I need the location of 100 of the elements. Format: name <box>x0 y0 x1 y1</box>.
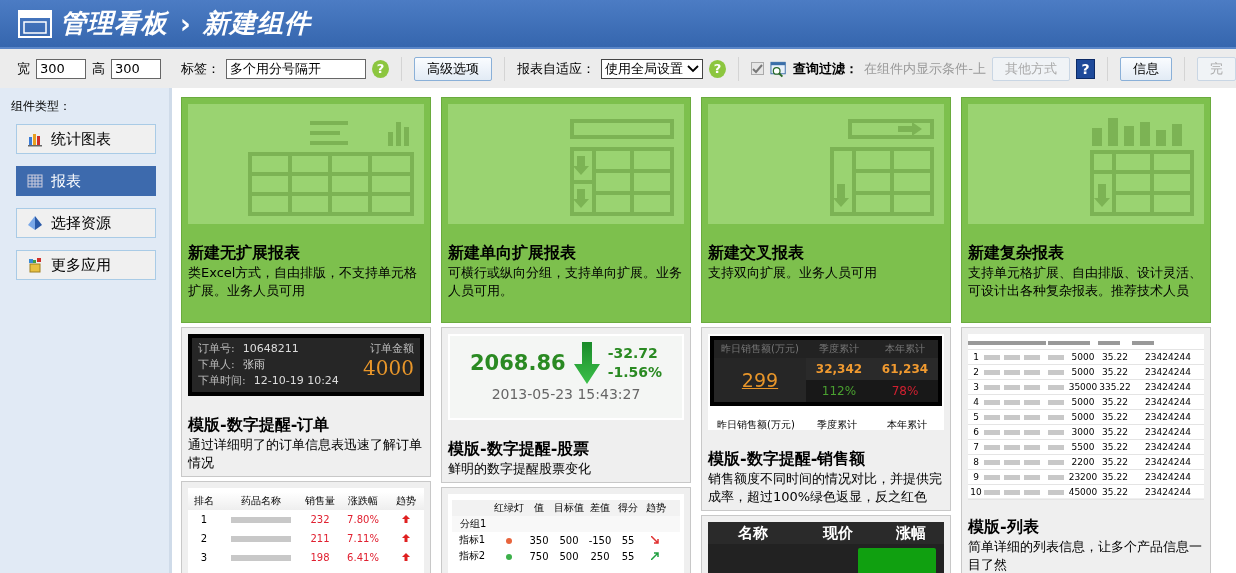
template-card[interactable]: 新建交叉报表 支持双向扩展。业务人员可用 <box>701 97 951 323</box>
change-cell-text: 7.80% <box>346 514 380 525</box>
pyramid-icon <box>27 215 43 231</box>
template-card[interactable]: 订单号: 10648211 下单人: 张雨 下单时间: 12-10-19 10:24 订单金额 4000 模版-数字提醒-订单 通过详细明了的订单信息表迅速了解订单情况 <box>181 327 431 477</box>
text-placeholder-bar <box>984 399 1000 405</box>
text-placeholder-bar <box>1048 369 1064 375</box>
table-cell-text: 500 <box>558 534 580 546</box>
group-label: 分组1 <box>452 516 680 532</box>
template-card[interactable]: 排名 药品名称 销售量 涨跌幅 趋势 1 232 7.80% 2 211 7.11% 3 198 6.41% <box>181 481 431 573</box>
order-field-value: 10648211 <box>242 341 299 357</box>
card-description: 通过详细明了的订单信息表迅速了解订单情况 <box>188 436 423 472</box>
template-card[interactable]: 红绿灯 值 目标值 差值 得分 趋势 分组1 指标1 350 500 -150 55 指标2 750 500 250 55 <box>441 487 691 573</box>
completion-rate: 78% <box>872 380 938 402</box>
card-description: 简单详细的列表信息，让多个产品信息一目了然 <box>968 538 1203 573</box>
text-placeholder-bar <box>1048 399 1064 405</box>
advanced-options-button[interactable]: 高级选项 <box>414 56 493 81</box>
template-card[interactable]: 2068.86 -32.72 -1.56% 2013-05-23 15:43:27 模版-数字提醒-股票 鲜明的数字提醒股票变化 <box>441 327 691 483</box>
text-placeholder-bar <box>1024 474 1040 480</box>
table-cell-text: 23424244 <box>1144 427 1192 437</box>
height-label: 高 <box>92 59 105 78</box>
template-card[interactable]: 新建复杂报表 支持单元格扩展、自由排版、设计灵活、可设计出各种复杂报表。推荐技术人员 <box>961 97 1211 323</box>
sidebar-item[interactable]: 选择资源 <box>16 208 156 238</box>
sales-cell-text: 211 <box>309 533 331 544</box>
filter-value: 在组件内显示条件-上 <box>864 59 986 78</box>
page-title: 管理看板 <box>60 7 168 40</box>
stock-change-percent: -1.56% <box>607 363 662 382</box>
sidebar-item[interactable]: 报表 <box>16 166 156 196</box>
column-label: 本年累计 <box>886 418 928 432</box>
table-cell-text: 8 <box>972 457 980 467</box>
table-cell-text: 35.22 <box>1101 352 1129 362</box>
table-cell-text: 4 <box>972 397 980 407</box>
table-cell-text: 35.22 <box>1101 397 1129 407</box>
template-card[interactable] <box>961 327 1211 573</box>
adapt-label: 报表自适应： <box>517 59 596 78</box>
text-placeholder-bar <box>1048 444 1064 450</box>
template-card[interactable]: 新建单向扩展报表 可横行或纵向分组，支持单向扩展。业务人员可用。 <box>441 97 691 323</box>
text-placeholder-bar <box>984 429 1000 435</box>
table-cell-text: 35.22 <box>1101 472 1129 482</box>
table-cell-text: 23424244 <box>1144 367 1192 377</box>
sidebar-item[interactable]: 统计图表 <box>16 124 156 154</box>
column-header: 涨跌幅 <box>347 494 379 508</box>
text-placeholder-bar <box>1024 384 1040 390</box>
text-placeholder-bar <box>1048 429 1064 435</box>
sidebar-title: 组件类型： <box>11 98 72 115</box>
column-header: 趋势 <box>395 494 417 508</box>
table-cell-text: 23424244 <box>1144 457 1192 467</box>
column-header: 名称 <box>737 523 769 544</box>
table-cell: 23200 <box>1068 472 1098 482</box>
text-placeholder-bar <box>984 384 1000 390</box>
table-cell-text: 55 <box>620 534 636 546</box>
text-placeholder-bar <box>984 459 1000 465</box>
card-description: 可横行或纵向分组，支持单向扩展。业务人员可用。 <box>448 264 683 300</box>
order-field-label: 订单号: <box>198 341 235 357</box>
table-cell-text: 5 <box>972 412 980 422</box>
table-cell-text: 35.22 <box>1101 442 1129 452</box>
template-card[interactable]: 新建无扩展报表 类Excel方式，自由排版，不支持单元格扩展。业务人员可用 <box>181 97 431 323</box>
card-title: 模版-数字提醒-股票 <box>448 438 591 460</box>
page-subtitle: 新建组件 <box>202 7 311 40</box>
breadcrumb-separator: › <box>180 8 191 39</box>
tag-field[interactable]: 多个用分号隔开 <box>226 58 366 79</box>
text-placeholder-bar <box>1024 399 1040 405</box>
table-cell-text: 35.22 <box>1101 367 1129 377</box>
total-value: 32,342 <box>806 358 872 380</box>
table-cell-text: 250 <box>589 550 611 562</box>
checkmark-icon <box>752 63 764 74</box>
width-field[interactable]: 300 <box>36 58 86 79</box>
text-placeholder-bar <box>984 474 1000 480</box>
template-card[interactable]: 昨日销售额(万元) 季度累计 本年累计 299 32,342 61,234 112% 78% 昨日销售额(万元) 季度累计 本年累计 模版-数字提醒-销售额 销售额度不同时间的情况对比，并提供完成率，超过100%绿色返显，反之红色 <box>701 327 951 511</box>
height-field[interactable]: 300 <box>111 58 161 79</box>
table-cell-text: 3000 <box>1070 427 1096 437</box>
text-placeholder-bar <box>1004 414 1020 420</box>
box-icon <box>27 257 43 273</box>
column-header: 昨日销售额(万元) <box>714 340 806 358</box>
window-icon <box>18 9 52 38</box>
template-card[interactable]: 名称 现价 涨幅 <box>701 515 951 573</box>
text-placeholder-bar <box>1004 444 1020 450</box>
card-title: 新建复杂报表 <box>968 242 1065 264</box>
text-placeholder-bar <box>1004 459 1020 465</box>
row-label: 指标1 <box>457 533 487 547</box>
table-cell-text: 5000 <box>1070 397 1096 407</box>
text-placeholder-bar <box>1004 369 1020 375</box>
sidebar-item[interactable]: 更多应用 <box>16 250 156 280</box>
help-button[interactable]: ? <box>1076 58 1096 79</box>
toolbar-button[interactable]: 信息 <box>1120 56 1173 81</box>
card-description: 鲜明的数字提醒股票变化 <box>448 460 592 478</box>
table-cell-text: 23424244 <box>1144 487 1192 497</box>
text-placeholder-bar <box>1024 414 1040 420</box>
sales-cell-text: 232 <box>309 514 331 525</box>
text-placeholder-bar <box>1004 384 1020 390</box>
card-description: 支持单元格扩展、自由排版、设计灵活、可设计出各种复杂报表。推荐技术人员 <box>968 264 1203 300</box>
text-placeholder-bar <box>1004 474 1020 480</box>
table-cell-text: 750 <box>528 550 550 562</box>
card-title: 新建交叉报表 <box>708 242 805 264</box>
stock-price: 2068.86 <box>469 351 566 375</box>
filter-label: 查询过滤： <box>793 59 859 78</box>
adapt-dropdown[interactable]: 使用全局设置 <box>601 58 704 79</box>
column-header: 本年累计 <box>872 340 938 358</box>
table-cell-text: 35.22 <box>1101 457 1129 467</box>
table-cell-text: 35.22 <box>1101 487 1129 497</box>
table-cell-text: 35.22 <box>1101 427 1129 437</box>
